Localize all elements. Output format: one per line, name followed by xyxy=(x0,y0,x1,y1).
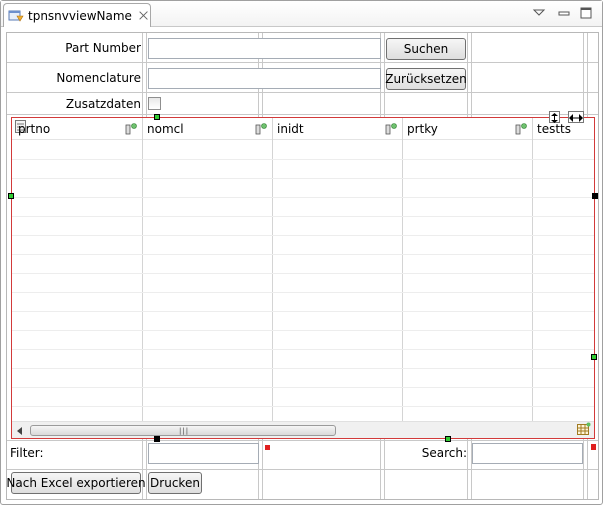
grid-guide xyxy=(7,114,598,115)
search-button[interactable]: Suchen xyxy=(386,38,466,60)
grid-guide xyxy=(7,440,598,441)
column-header-prtno[interactable]: prtno xyxy=(14,118,142,140)
table-row xyxy=(12,159,594,160)
table-row xyxy=(12,273,594,274)
grid-guide xyxy=(7,469,598,470)
table-row xyxy=(12,292,594,293)
view-frame: tpnsnvviewName Part Number Suchen Nomenc… xyxy=(0,0,603,505)
selection-handle[interactable] xyxy=(8,193,14,199)
view-icon xyxy=(8,8,24,24)
table-row xyxy=(12,235,594,236)
horizontal-scrollbar[interactable]: ||| xyxy=(12,421,594,438)
results-table[interactable]: prtno nomcl inidt prtky testts ||| xyxy=(11,117,595,439)
layout-marker xyxy=(265,445,270,450)
scroll-left-icon[interactable] xyxy=(15,425,25,435)
view-tab-title: tpnsnvviewName xyxy=(28,8,132,23)
search-input[interactable] xyxy=(472,443,583,464)
filter-label: Filter: xyxy=(10,446,44,460)
column-header-inidt[interactable]: inidt xyxy=(273,118,401,140)
selection-handle[interactable] xyxy=(592,193,598,199)
column-header-label: prtky xyxy=(407,122,438,136)
table-row xyxy=(12,311,594,312)
table-row xyxy=(12,216,594,217)
layout-marker xyxy=(591,444,596,449)
column-filter-icon[interactable] xyxy=(125,123,137,135)
column-header-label: testts xyxy=(537,122,572,136)
grid-guide xyxy=(7,92,598,93)
column-header-testts[interactable]: testts xyxy=(533,118,594,140)
nomenclature-input[interactable] xyxy=(148,68,381,89)
table-row xyxy=(12,330,594,331)
column-header-label: inidt xyxy=(277,122,304,136)
view-tab-bar: tpnsnvviewName xyxy=(1,1,602,27)
view-menu-icon[interactable] xyxy=(531,6,547,20)
minimize-icon[interactable] xyxy=(556,6,572,20)
table-header: prtno nomcl inidt prtky testts xyxy=(12,118,594,140)
zusatzdaten-checkbox[interactable] xyxy=(148,97,161,110)
scrollbar-thumb[interactable]: ||| xyxy=(30,425,336,436)
column-filter-icon[interactable] xyxy=(385,123,397,135)
column-separator xyxy=(532,118,533,421)
filter-input[interactable] xyxy=(148,443,259,464)
column-header-nomcl[interactable]: nomcl xyxy=(143,118,271,140)
table-config-icon[interactable] xyxy=(577,422,591,436)
table-row xyxy=(12,406,594,407)
selection-handle[interactable] xyxy=(154,436,160,442)
reset-button[interactable]: Zurücksetzen xyxy=(385,68,467,90)
maximize-icon[interactable] xyxy=(578,6,594,20)
close-icon[interactable] xyxy=(138,10,149,21)
print-button[interactable]: Drucken xyxy=(148,472,202,494)
horizontal-resize-icon[interactable] xyxy=(568,111,584,123)
grip-icon: ||| xyxy=(179,427,190,435)
nomenclature-label: Nomenclature xyxy=(56,71,141,85)
part-number-label: Part Number xyxy=(65,41,141,55)
vertical-resize-icon[interactable] xyxy=(549,111,560,123)
part-number-input[interactable] xyxy=(148,38,381,59)
export-excel-button[interactable]: Nach Excel exportieren xyxy=(6,472,146,494)
view-tab[interactable]: tpnsnvviewName xyxy=(3,3,151,27)
table-row xyxy=(12,368,594,369)
column-header-prtky[interactable]: prtky xyxy=(403,118,531,140)
column-separator xyxy=(272,118,273,421)
selection-handle[interactable] xyxy=(154,114,160,120)
selection-handle[interactable] xyxy=(591,354,597,360)
table-row xyxy=(12,387,594,388)
zusatzdaten-label: Zusatzdaten xyxy=(65,97,141,111)
column-separator xyxy=(402,118,403,421)
column-header-label: nomcl xyxy=(147,122,184,136)
search-label: Search: xyxy=(421,446,467,460)
table-row xyxy=(12,349,594,350)
table-row xyxy=(12,178,594,179)
column-header-label: prtno xyxy=(18,122,51,136)
column-filter-icon[interactable] xyxy=(255,123,267,135)
table-row xyxy=(12,254,594,255)
selection-handle[interactable] xyxy=(445,436,451,442)
column-separator xyxy=(142,118,143,421)
column-filter-icon[interactable] xyxy=(515,123,527,135)
grid-guide xyxy=(7,62,598,63)
table-row xyxy=(12,197,594,198)
